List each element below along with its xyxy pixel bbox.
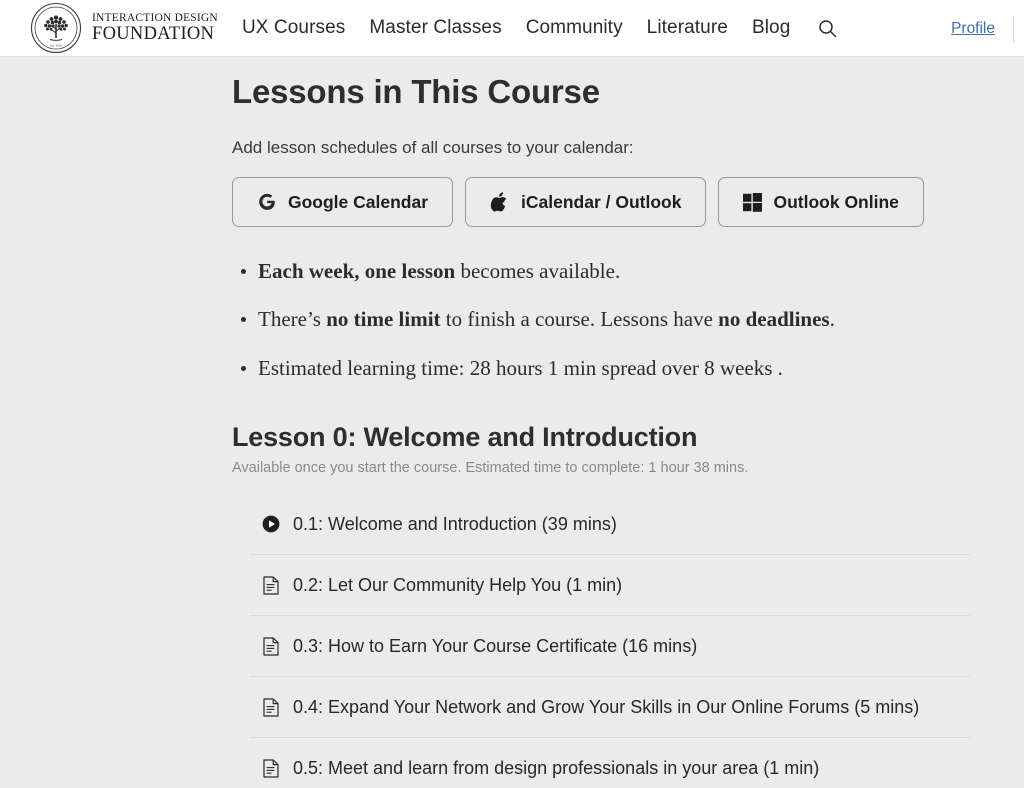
outlook-online-button[interactable]: Outlook Online	[718, 177, 924, 227]
document-icon	[262, 697, 280, 717]
fact-2-rest: .	[829, 307, 835, 332]
lesson-row[interactable]: 0.1: Welcome and Introduction (39 mins)	[250, 494, 970, 556]
lesson-row-label: 0.3: How to Earn Your Course Certificate…	[293, 635, 698, 656]
fact-2-pre: There’s	[258, 307, 327, 332]
windows-icon	[743, 192, 763, 212]
nav-literature[interactable]: Literature	[647, 17, 728, 39]
play-circle-icon	[262, 515, 280, 533]
lesson-row[interactable]: 0.3: How to Earn Your Course Certificate…	[250, 616, 970, 678]
fact-weekly-lesson: Each week, one lesson becomes available.	[241, 257, 970, 285]
lesson-section-note: Available once you start the course. Est…	[232, 460, 749, 477]
google-calendar-button[interactable]: Google Calendar	[232, 177, 454, 227]
nav-community[interactable]: Community	[526, 17, 623, 39]
lesson-list: 0.1: Welcome and Introduction (39 mins) …	[250, 494, 970, 788]
fact-1-rest: becomes available.	[455, 259, 621, 283]
outlook-online-label: Outlook Online	[773, 191, 899, 212]
fact-estimated-time: Estimated learning time: 28 hours 1 min …	[241, 354, 970, 382]
nav-blog[interactable]: Blog	[752, 17, 790, 39]
brand-line-2: FOUNDATION	[92, 24, 215, 44]
apple-icon	[490, 191, 510, 213]
content-column: Lessons in This Course Add lesson schedu…	[0, 57, 1024, 788]
icalendar-outlook-button[interactable]: iCalendar / Outlook	[465, 177, 707, 227]
lesson-row[interactable]: 0.4: Expand Your Network and Grow Your S…	[250, 677, 970, 739]
calendar-button-group: Google Calendar iCalendar / Outlook Outl…	[232, 177, 970, 227]
course-facts-list: Each week, one lesson becomes available.…	[232, 257, 970, 382]
site-header: Est. 2002 INTERACTION DESIGN FOUNDATION …	[0, 0, 1024, 57]
seal-established-text: Est. 2002	[50, 44, 62, 48]
search-icon[interactable]	[818, 19, 837, 38]
document-icon	[262, 575, 280, 595]
fact-2-bold-tail: no deadlines	[718, 307, 830, 332]
fact-2-bold-lead: no time limit	[326, 307, 441, 332]
brand-wordmark: INTERACTION DESIGN FOUNDATION	[92, 11, 218, 44]
fact-1-bold: Each week, one lesson	[258, 259, 456, 283]
header-vertical-divider	[1013, 15, 1014, 42]
page-body: Lessons in This Course Add lesson schedu…	[0, 57, 1024, 788]
lesson-row-label: 0.1: Welcome and Introduction (39 mins)	[293, 513, 617, 534]
google-g-icon	[257, 192, 277, 212]
brand-line-1: INTERACTION DESIGN	[92, 11, 218, 24]
document-icon	[262, 758, 280, 778]
lesson-row[interactable]: 0.2: Let Our Community Help You (1 min)	[250, 555, 970, 617]
lesson-row-label: 0.4: Expand Your Network and Grow Your S…	[293, 696, 920, 717]
lesson-row[interactable]: 0.5: Meet and learn from design professi…	[250, 738, 970, 788]
page-title: Lessons in This Course	[232, 73, 600, 110]
nav-ux-courses[interactable]: UX Courses	[242, 17, 345, 39]
lesson-row-label: 0.2: Let Our Community Help You (1 min)	[293, 574, 623, 595]
google-calendar-label: Google Calendar	[288, 191, 429, 212]
tree-seal-logo-icon: Est. 2002	[30, 2, 82, 54]
fact-no-time-limit: There’s no time limit to finish a course…	[241, 305, 970, 333]
document-icon	[262, 636, 280, 656]
calendar-subtitle: Add lesson schedules of all courses to y…	[232, 138, 634, 157]
icalendar-outlook-label: iCalendar / Outlook	[521, 191, 682, 212]
lesson-row-label: 0.5: Meet and learn from design professi…	[293, 757, 820, 778]
lesson-section-heading: Lesson 0: Welcome and Introduction	[232, 422, 698, 453]
brand-logo-link[interactable]: Est. 2002 INTERACTION DESIGN FOUNDATION	[30, 2, 218, 54]
fact-2-mid: to finish a course. Lessons have	[440, 307, 719, 332]
profile-link[interactable]: Profile	[951, 20, 1013, 38]
main-navigation: UX Courses Master Classes Community Lite…	[242, 17, 837, 39]
header-right-area: Profile	[951, 0, 1024, 57]
nav-master-classes[interactable]: Master Classes	[369, 17, 501, 39]
